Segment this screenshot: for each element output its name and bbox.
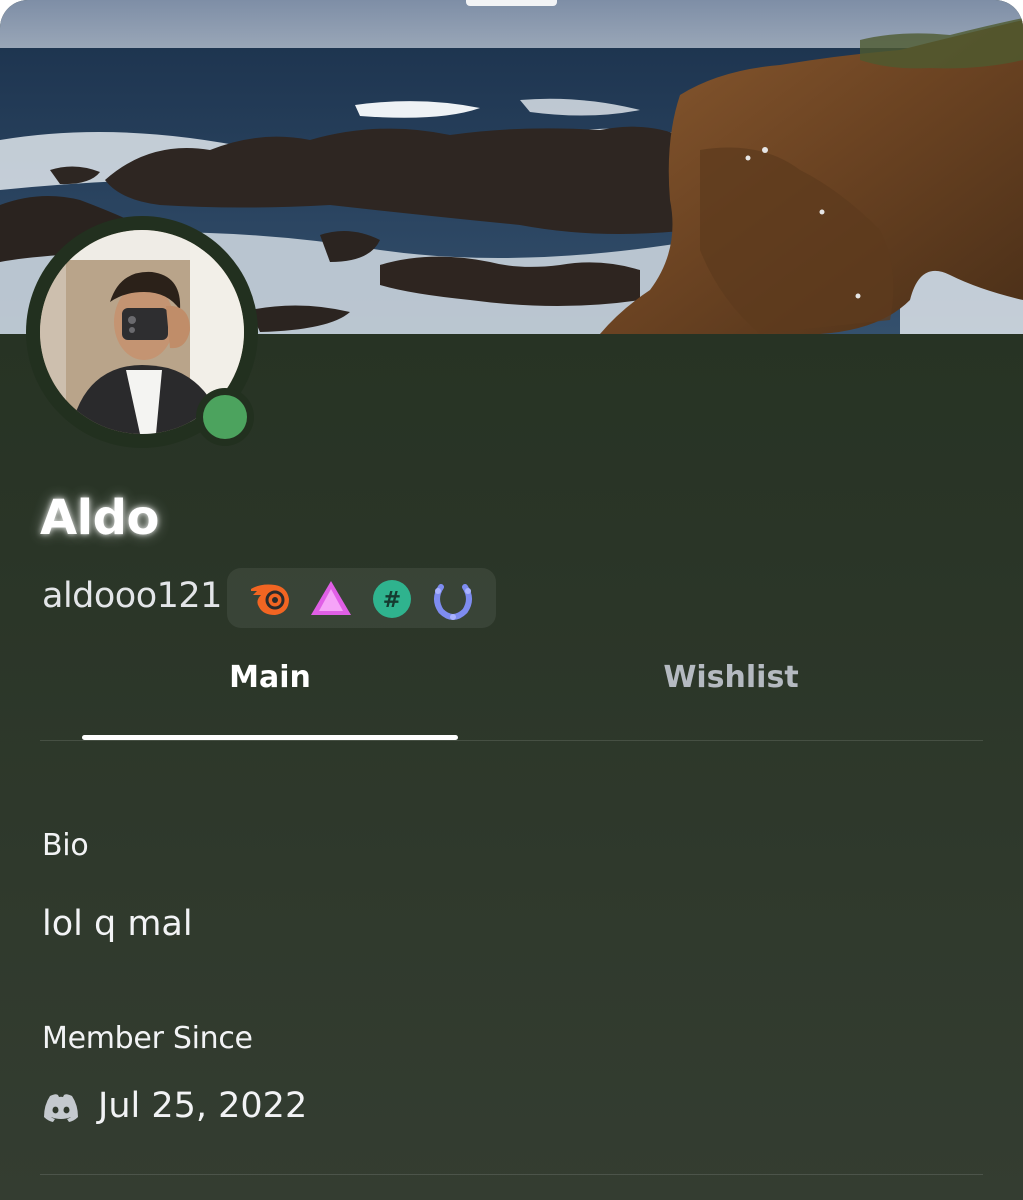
username[interactable]: aldooo121 (42, 576, 222, 616)
tab-divider (40, 740, 983, 741)
display-name: Aldo (40, 490, 159, 546)
hashtag-badge-icon[interactable]: # (370, 577, 414, 621)
discord-logo-icon (42, 1093, 80, 1123)
online-status-indicator (203, 395, 247, 439)
section-divider (40, 1174, 983, 1175)
hypesquad-flame-icon[interactable] (247, 577, 291, 621)
svg-text:#: # (383, 588, 401, 613)
tab-wishlist[interactable]: Wishlist (543, 660, 919, 706)
member-since-date: Jul 25, 2022 (98, 1086, 308, 1126)
member-since-heading: Member Since (42, 1021, 253, 1056)
triangle-badge-icon[interactable] (309, 577, 353, 621)
laurel-badge-icon[interactable] (431, 577, 475, 621)
profile-sheet: Aldo aldooo121 # Main Wishlist Bio lol q… (0, 0, 1023, 1200)
drag-handle[interactable] (466, 0, 557, 6)
tab-main[interactable]: Main (82, 660, 458, 706)
bio-heading: Bio (42, 828, 89, 863)
bio-text: lol q mal (42, 904, 193, 944)
